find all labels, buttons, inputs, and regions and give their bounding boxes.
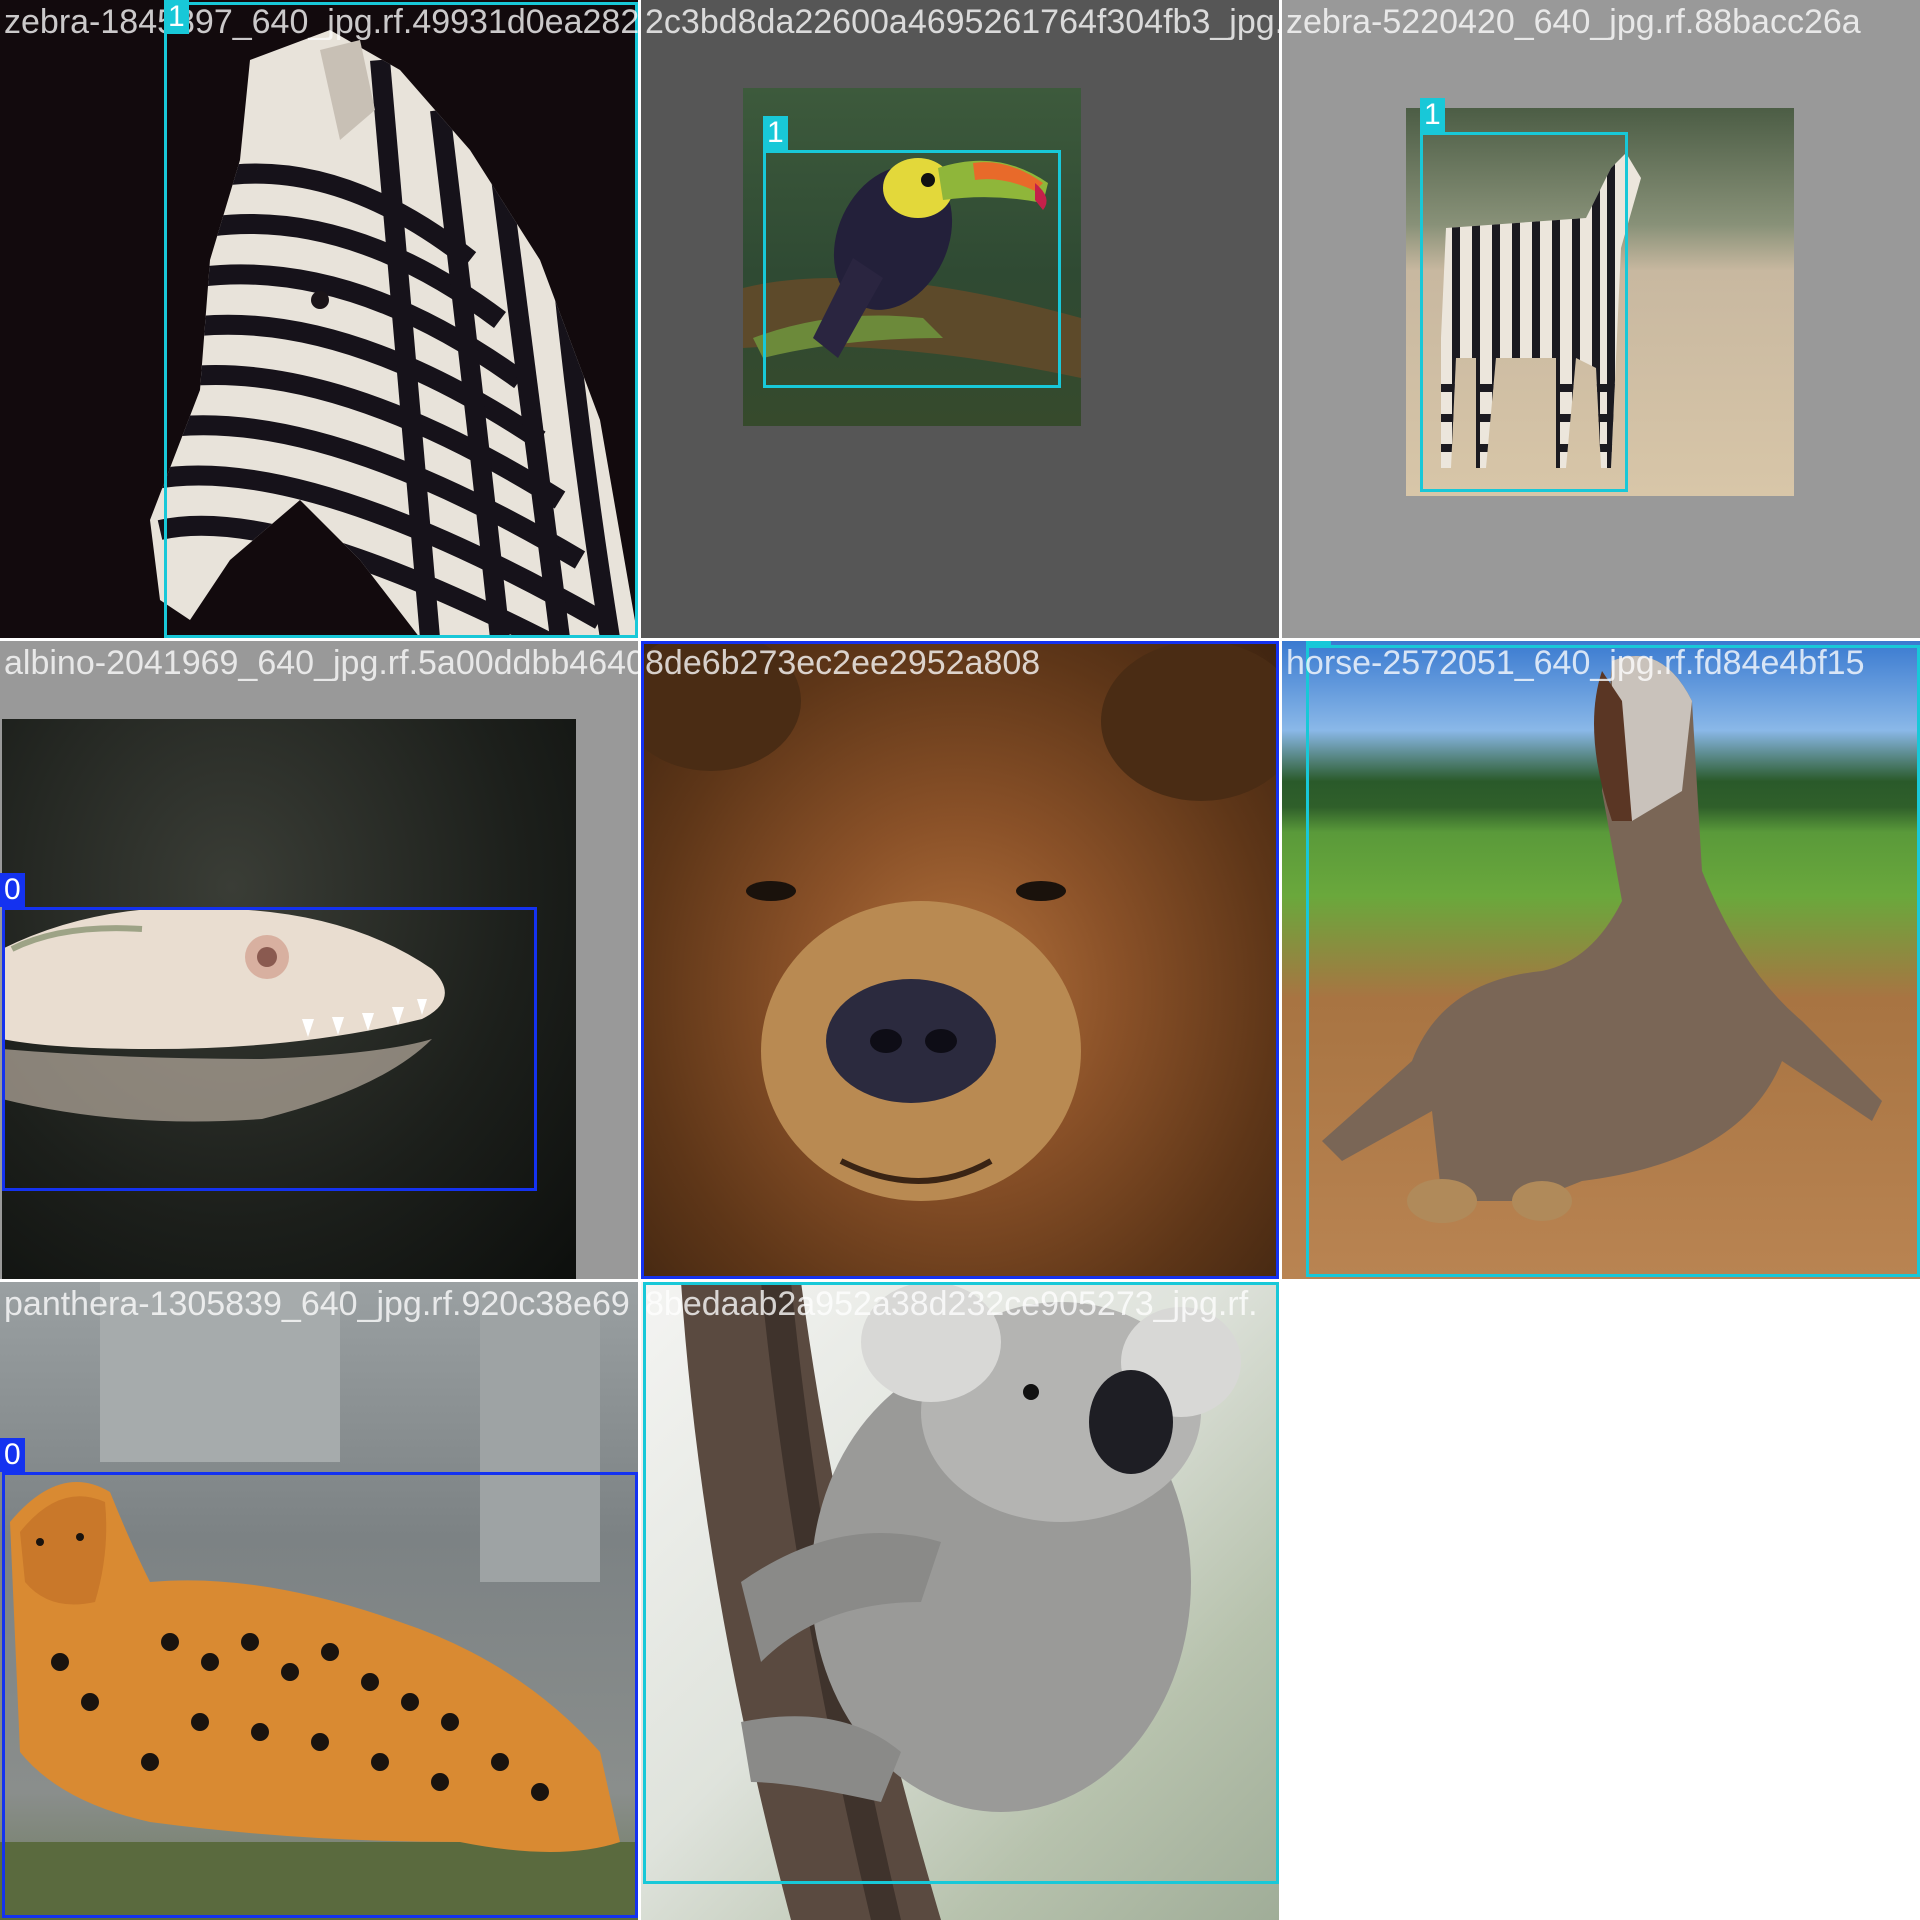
bounding-box bbox=[164, 2, 638, 638]
mosaic-tile: 0 panthera-1305839_640_jpg.rf.920c38e69 bbox=[0, 1282, 638, 1920]
mosaic-tile: 0 8de6b273ec2ee2952a808 bbox=[641, 641, 1279, 1279]
class-label: 0 bbox=[0, 1438, 25, 1472]
mosaic-tile: 1 zebra-1845897_640_jpg.rf.49931d0ea2829… bbox=[0, 0, 638, 638]
class-label: 1 bbox=[164, 0, 189, 34]
tile-title: albino-2041969_640_jpg.rf.5a00ddbb4640 bbox=[4, 644, 638, 682]
class-label: 1 bbox=[1306, 641, 1331, 645]
class-label: 1 bbox=[763, 116, 788, 150]
mosaic-tile: 1 zebra-5220420_640_jpg.rf.88bacc26a bbox=[1282, 0, 1920, 638]
bounding-box bbox=[2, 1472, 638, 1918]
class-label: 0 bbox=[0, 873, 25, 907]
tile-title: horse-2572051_640_jpg.rf.fd84e4bf15 bbox=[1286, 644, 1865, 682]
tile-title: panthera-1305839_640_jpg.rf.920c38e69 bbox=[4, 1285, 630, 1323]
bounding-box bbox=[643, 1282, 1279, 1884]
mosaic-tile: 0 albino-2041969_640_jpg.rf.5a00ddbb4640 bbox=[0, 641, 638, 1279]
tile-title: zebra-1845897_640_jpg.rf.49931d0ea2829be… bbox=[4, 3, 638, 41]
bounding-box bbox=[763, 150, 1061, 388]
tile-title: zebra-5220420_640_jpg.rf.88bacc26a bbox=[1286, 3, 1861, 41]
tile-title: 2c3bd8da22600a4695261764f304fb3_jpg.rf. bbox=[645, 3, 1279, 41]
bounding-box bbox=[1420, 132, 1628, 492]
tile-title: 8de6b273ec2ee2952a808 bbox=[645, 644, 1041, 682]
mosaic-tile: 1 8bedaab2a952a38d232ce905273_jpg.rf. bbox=[641, 1282, 1279, 1920]
class-label: 1 bbox=[1420, 98, 1445, 132]
bounding-box bbox=[641, 641, 1279, 1279]
bounding-box bbox=[1306, 645, 1920, 1277]
mosaic-tile: 1 2c3bd8da22600a4695261764f304fb3_jpg.rf… bbox=[641, 0, 1279, 638]
tile-title: 8bedaab2a952a38d232ce905273_jpg.rf. bbox=[645, 1285, 1258, 1323]
mosaic-tile: 1 horse-2572051_640_jpg.rf.fd84e4bf15 bbox=[1282, 641, 1920, 1279]
bounding-box bbox=[2, 907, 537, 1191]
